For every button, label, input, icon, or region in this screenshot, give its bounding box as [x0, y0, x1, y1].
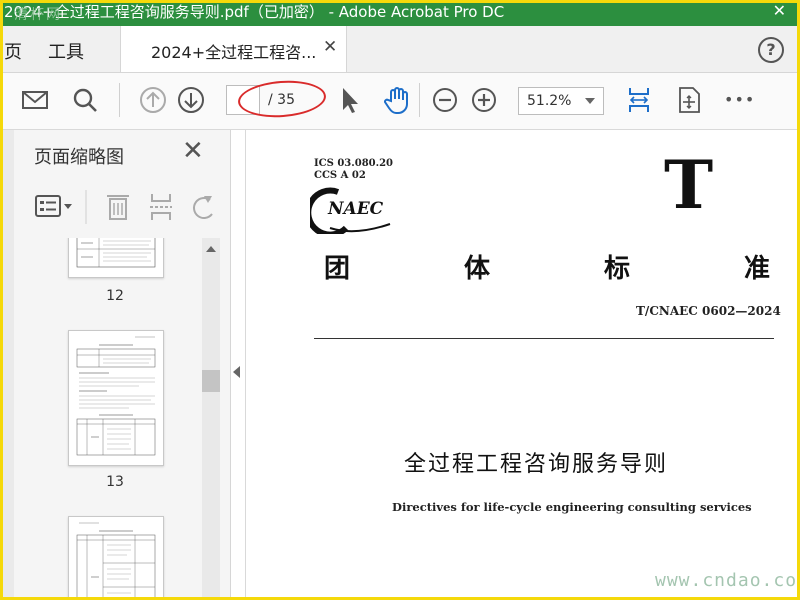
thumbnail-page[interactable] [68, 516, 164, 600]
panel-title: 页面缩略图 [34, 147, 124, 168]
help-button[interactable]: ? [758, 37, 784, 63]
thumbnail-preview [76, 336, 156, 456]
thumbnail-page[interactable] [68, 330, 164, 466]
thumbnail-preview [76, 522, 156, 600]
watermark-top: 清杯网 [14, 7, 62, 23]
scroll-up-icon[interactable] [206, 246, 216, 252]
document-view[interactable]: ICS 03.080.20 CCS A 02 NAEC T 团 体 标 准 T/… [245, 130, 800, 600]
watermark-bottom: www.cndao.com [655, 570, 800, 591]
page-thumbnails-panel: 页面缩略图 ✕ 12 13 [0, 130, 231, 600]
tab-document[interactable]: 2024+全过程工程咨... ✕ [120, 26, 347, 72]
cnaec-logo: NAEC [310, 187, 391, 234]
mail-icon[interactable] [20, 85, 50, 115]
zoom-in-icon[interactable] [469, 85, 499, 115]
thumbnail-page[interactable] [68, 238, 164, 278]
title-bar: 2024+全过程工程咨询服务导则.pdf（已加密） - Adobe Acroba… [0, 0, 800, 26]
insert-page-icon[interactable] [150, 194, 172, 220]
document-tab-label: 2024+全过程工程咨... [151, 43, 317, 62]
horizontal-rule [314, 338, 774, 339]
panel-edge-strip [0, 130, 14, 600]
panel-toolbar [35, 190, 213, 224]
window-title: 2024+全过程工程咨询服务导则.pdf（已加密） - Adobe Acroba… [4, 3, 505, 21]
page-up-icon[interactable] [138, 85, 168, 115]
hand-icon[interactable] [382, 85, 412, 115]
heading-char: 团 [324, 254, 351, 284]
chevron-down-icon [585, 98, 595, 104]
heading-char: 体 [464, 254, 491, 284]
toolbar-separator [119, 83, 120, 117]
zoom-select[interactable]: 51.2% [518, 87, 604, 115]
heading-char: 准 [744, 254, 771, 284]
heading-char: 标 [604, 254, 631, 284]
thumbnail-list[interactable]: 12 13 [22, 238, 200, 600]
rotate-page-icon[interactable] [193, 196, 213, 219]
document-title-en: Directives for life-cycle engineering co… [392, 500, 752, 514]
delete-page-icon[interactable] [107, 195, 129, 220]
tab-tools[interactable]: 工具 [48, 38, 84, 64]
standard-code: T/CNAEC 0602—2024 [636, 304, 781, 318]
select-cursor-icon[interactable] [334, 85, 364, 115]
logo-text: NAEC [327, 199, 384, 219]
thumbnail-label: 13 [106, 474, 124, 490]
search-icon[interactable] [70, 85, 100, 115]
document-title-cn: 全过程工程咨询服务导则 [404, 452, 669, 477]
thumbnail-preview [76, 238, 156, 268]
thumbnail-scrollbar[interactable] [202, 238, 220, 600]
thumbnail-label: 12 [106, 288, 124, 304]
toolbar-separator [419, 83, 420, 117]
options-menu-icon[interactable] [35, 195, 72, 217]
panel-close-button[interactable]: ✕ [182, 136, 204, 166]
fit-page-icon[interactable] [624, 85, 654, 115]
zoom-value: 51.2% [527, 93, 572, 109]
scrollbar-thumb[interactable] [202, 370, 220, 392]
more-icon[interactable]: ••• [724, 90, 755, 109]
ccs-code: CCS A 02 [314, 170, 366, 181]
standard-category-letter: T [664, 146, 714, 224]
collapse-panel-icon[interactable] [233, 366, 240, 378]
full-screen-icon[interactable] [674, 85, 704, 115]
document-tab-close-button[interactable]: ✕ [323, 37, 337, 57]
ics-code: ICS 03.080.20 [314, 158, 394, 169]
tab-home[interactable]: 页 [4, 38, 22, 64]
page-down-icon[interactable] [176, 85, 206, 115]
main-toolbar: / 35 51.2% ••• [0, 73, 800, 130]
zoom-out-icon[interactable] [430, 85, 460, 115]
tab-bar: 页 工具 2024+全过程工程咨... ✕ ? [0, 26, 800, 73]
window-close-button[interactable]: ✕ [773, 0, 786, 22]
ics-ccs-codes: ICS 03.080.20 CCS A 02 [314, 158, 393, 182]
